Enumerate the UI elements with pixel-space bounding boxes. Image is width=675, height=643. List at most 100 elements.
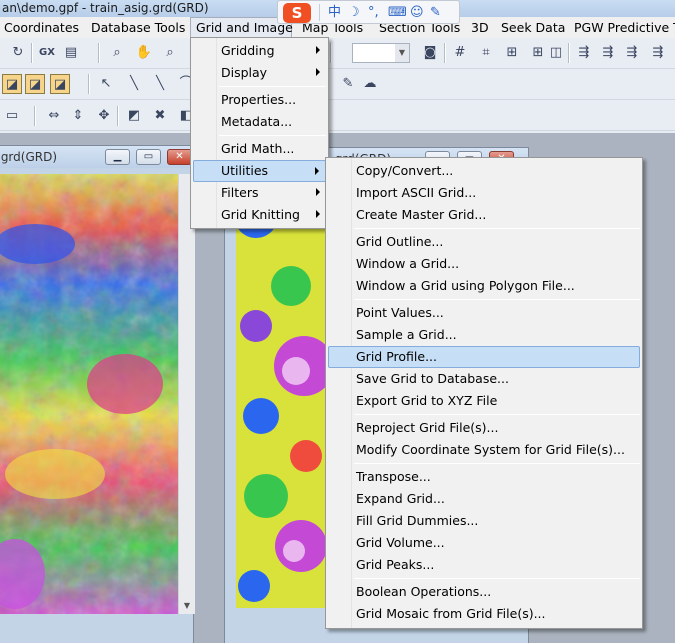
grid-image-right[interactable]	[236, 176, 326, 608]
pan-hand-icon[interactable]: ✋	[134, 43, 154, 63]
grid-frame-icon[interactable]: ◫	[546, 43, 566, 63]
pointer-icon[interactable]: ↖	[96, 74, 116, 94]
layer-3-icon[interactable]: ◪	[50, 74, 70, 94]
ime-chinese-mode-icon[interactable]: 中	[328, 4, 341, 21]
menu-item-create-master-grid[interactable]: Create Master Grid...	[328, 204, 640, 226]
menu-separator	[354, 299, 640, 300]
tool-c-icon[interactable]: ⇶	[622, 43, 642, 63]
tool-f-icon[interactable]: ◩	[124, 106, 144, 126]
menu-item-label: Grid Knitting	[221, 207, 300, 222]
menu-item-grid-knitting[interactable]: Grid Knitting	[193, 204, 326, 226]
menu-item-label: Grid Profile...	[356, 349, 437, 364]
ime-logo[interactable]: S	[283, 3, 311, 23]
menu-item-label: Display	[221, 65, 268, 80]
grid-and-image-menu: Gridding Display Properties... Metadata.…	[190, 37, 329, 229]
restore-icon[interactable]: ▭	[136, 149, 161, 165]
menu-item-expand-grid[interactable]: Expand Grid...	[328, 488, 640, 510]
grid-image-left[interactable]	[0, 174, 178, 614]
menu-database-tools[interactable]: Database Tools	[91, 20, 185, 35]
gx-button[interactable]: GX	[37, 43, 57, 63]
menu-item-label: Window a Grid using Polygon File...	[356, 278, 575, 293]
menu-item-copy-convert[interactable]: Copy/Convert...	[328, 160, 640, 182]
menu-item-utilities[interactable]: Utilities	[193, 160, 326, 182]
menu-item-reproject-grid[interactable]: Reproject Grid File(s)...	[328, 417, 640, 439]
menu-item-window-a-grid[interactable]: Window a Grid...	[328, 253, 640, 275]
stretch-v-icon[interactable]: ⇕	[68, 106, 88, 126]
menu-item-boolean-operations[interactable]: Boolean Operations...	[328, 581, 640, 603]
polyline-icon[interactable]: ╲	[150, 74, 170, 94]
menu-item-label: Sample a Grid...	[356, 327, 457, 342]
menu-item-label: Export Grid to XYZ File	[356, 393, 498, 408]
menu-pgw-predictive[interactable]: PGW Predictive Ta	[574, 20, 675, 35]
refresh-icon[interactable]: ↻	[8, 43, 28, 63]
color-combo[interactable]: ▼	[352, 43, 410, 63]
document-icon[interactable]: ▤	[61, 43, 81, 63]
stretch-all-icon[interactable]: ✥	[94, 106, 114, 126]
keyboard-icon[interactable]: ⌨	[388, 4, 407, 21]
vertical-scrollbar[interactable]: ▼	[178, 174, 195, 614]
menu-item-label: Fill Grid Dummies...	[356, 513, 479, 528]
zoom-icon[interactable]: ⌕	[107, 43, 127, 63]
close-icon[interactable]: ✕	[167, 149, 192, 165]
menu-item-grid-mosaic[interactable]: Grid Mosaic from Grid File(s)...	[328, 603, 640, 625]
minimize-icon[interactable]: ▁	[105, 149, 130, 165]
layer-1-icon[interactable]: ◪	[2, 74, 22, 94]
menu-item-grid-volume[interactable]: Grid Volume...	[328, 532, 640, 554]
toolbar-separator	[568, 43, 570, 63]
menu-separator	[354, 228, 640, 229]
grid-dense-icon[interactable]: ⊞	[528, 43, 548, 63]
menu-3d[interactable]: 3D	[471, 20, 489, 35]
menu-item-properties[interactable]: Properties...	[193, 89, 326, 111]
menu-item-display[interactable]: Display	[193, 62, 326, 84]
scroll-down-icon[interactable]: ▼	[179, 598, 195, 614]
menu-item-window-grid-polygon[interactable]: Window a Grid using Polygon File...	[328, 275, 640, 297]
menu-item-label: Window a Grid...	[356, 256, 460, 271]
paint-icon[interactable]: ☁	[360, 74, 380, 94]
menu-item-label: Import ASCII Grid...	[356, 185, 477, 200]
menu-item-transpose[interactable]: Transpose...	[328, 466, 640, 488]
menu-item-grid-profile[interactable]: Grid Profile...	[328, 346, 640, 368]
menu-coordinates[interactable]: Coordinates	[4, 20, 79, 35]
menu-item-metadata[interactable]: Metadata...	[193, 111, 326, 133]
menu-seek-data[interactable]: Seek Data	[501, 20, 565, 35]
menu-item-label: Save Grid to Database...	[356, 371, 509, 386]
menu-item-point-values[interactable]: Point Values...	[328, 302, 640, 324]
tool-d-icon[interactable]: ⇶	[648, 43, 668, 63]
toolbar-separator	[88, 74, 90, 94]
line-icon[interactable]: ╲	[124, 74, 144, 94]
menu-item-filters[interactable]: Filters	[193, 182, 326, 204]
menu-item-import-ascii-grid[interactable]: Import ASCII Grid...	[328, 182, 640, 204]
menu-item-fill-grid-dummies[interactable]: Fill Grid Dummies...	[328, 510, 640, 532]
grid-window-left-titlebar[interactable]: .grd(GRD) ▁ ▭ ✕	[0, 146, 193, 168]
menu-item-gridding[interactable]: Gridding	[193, 40, 326, 62]
menu-item-export-grid-xyz[interactable]: Export Grid to XYZ File	[328, 390, 640, 412]
wrench-icon[interactable]: ✎	[430, 4, 441, 21]
stretch-h-icon[interactable]: ⇔	[44, 106, 64, 126]
toolbar-separator	[444, 43, 446, 63]
grid-hash-icon[interactable]: #	[450, 43, 470, 63]
moon-icon[interactable]: ☽	[348, 4, 360, 21]
menu-item-label: Grid Peaks...	[356, 557, 435, 572]
tool-a-icon[interactable]: ⇶	[574, 43, 594, 63]
menu-item-label: Create Master Grid...	[356, 207, 487, 222]
menu-item-sample-a-grid[interactable]: Sample a Grid...	[328, 324, 640, 346]
menu-item-save-grid-to-database[interactable]: Save Grid to Database...	[328, 368, 640, 390]
menu-item-grid-peaks[interactable]: Grid Peaks...	[328, 554, 640, 576]
tool-b-icon[interactable]: ⇶	[598, 43, 618, 63]
menu-item-label: Reproject Grid File(s)...	[356, 420, 499, 435]
ime-punct-icon[interactable]: °,	[368, 4, 379, 21]
menu-item-grid-math[interactable]: Grid Math...	[193, 138, 326, 160]
delete-icon[interactable]: ✖	[150, 106, 170, 126]
pen-icon[interactable]: ✎	[338, 74, 358, 94]
tool-e-icon[interactable]: ▭	[2, 106, 22, 126]
grid-corner-icon[interactable]: ⌗	[476, 43, 496, 63]
zoom-extent-icon[interactable]: ⌕	[160, 43, 180, 63]
user-icon[interactable]: ☺	[410, 4, 424, 21]
menu-item-grid-outline[interactable]: Grid Outline...	[328, 231, 640, 253]
grid-window-left[interactable]: .grd(GRD) ▁ ▭ ✕ ▼	[0, 145, 195, 643]
grid-square-icon[interactable]: ⊞	[502, 43, 522, 63]
layer-2-icon[interactable]: ◪	[25, 74, 45, 94]
menu-item-modify-coordinate-system[interactable]: Modify Coordinate System for Grid File(s…	[328, 439, 640, 461]
camera-icon[interactable]: ◙	[420, 43, 440, 63]
menu-separator	[354, 414, 640, 415]
